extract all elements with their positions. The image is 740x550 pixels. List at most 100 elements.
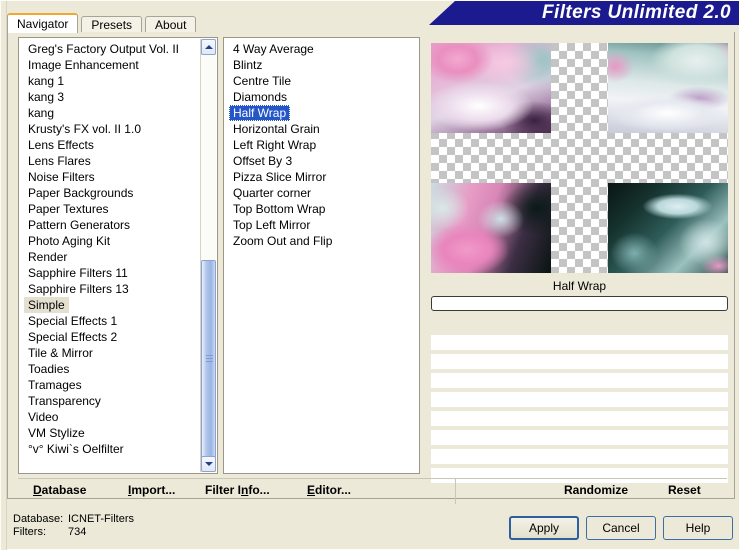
filter-row[interactable]: Pizza Slice Mirror — [224, 169, 419, 185]
filter-item[interactable]: Pizza Slice Mirror — [229, 169, 330, 185]
category-row[interactable]: Lens Effects — [19, 137, 217, 153]
category-item[interactable]: Image Enhancement — [24, 57, 143, 73]
filter-item[interactable]: Horizontal Grain — [229, 121, 324, 137]
category-item[interactable]: kang — [24, 105, 58, 121]
category-item[interactable]: kang 3 — [24, 89, 68, 105]
category-item[interactable]: Pattern Generators — [24, 217, 134, 233]
category-item[interactable]: Lens Effects — [24, 137, 98, 153]
category-row[interactable]: Paper Backgrounds — [19, 185, 217, 201]
import-link[interactable]: Import... — [128, 483, 175, 497]
filter-item[interactable]: Top Bottom Wrap — [229, 201, 329, 217]
scroll-up-button[interactable] — [201, 39, 216, 55]
scroll-down-button[interactable] — [201, 456, 216, 472]
filter-listbox[interactable]: 4 Way Average Blintz Centre Tile Diamonds Ha… — [223, 37, 420, 474]
category-row[interactable]: Greg's Factory Output Vol. II — [19, 41, 217, 57]
randomize-link[interactable]: Randomize — [564, 483, 628, 497]
category-item[interactable]: Special Effects 2 — [24, 329, 121, 345]
tab-navigator[interactable]: Navigator — [7, 13, 79, 33]
help-button[interactable]: Help — [663, 516, 733, 540]
category-row[interactable]: kang 3 — [19, 89, 217, 105]
tab-about[interactable]: About — [145, 16, 197, 33]
filter-item[interactable]: Blintz — [229, 57, 266, 73]
category-item[interactable]: Sapphire Filters 11 — [24, 265, 132, 281]
category-item[interactable]: Noise Filters — [24, 169, 99, 185]
category-item[interactable]: VM Stylize — [24, 425, 89, 441]
filter-row[interactable]: Top Bottom Wrap — [224, 201, 419, 217]
filter-row[interactable]: Offset By 3 — [224, 153, 419, 169]
filter-row[interactable]: Diamonds — [224, 89, 419, 105]
apply-button[interactable]: Apply — [509, 516, 579, 540]
parameter-row[interactable] — [431, 373, 728, 388]
category-row[interactable]: Tile & Mirror — [19, 345, 217, 361]
category-scrollbar[interactable] — [200, 39, 216, 472]
category-item[interactable]: kang 1 — [24, 73, 68, 89]
category-item[interactable]: Special Effects 1 — [24, 313, 121, 329]
category-row[interactable]: Tramages — [19, 377, 217, 393]
category-item[interactable]: Transparency — [24, 393, 105, 409]
filter-row[interactable]: 4 Way Average — [224, 41, 419, 57]
category-item[interactable]: Render — [24, 249, 71, 265]
category-row[interactable]: Photo Aging Kit — [19, 233, 217, 249]
filter-preview-image[interactable] — [431, 43, 728, 273]
category-item[interactable]: Tramages — [24, 377, 86, 393]
category-row[interactable]: Toadies — [19, 361, 217, 377]
filter-row[interactable]: Top Left Mirror — [224, 217, 419, 233]
category-row[interactable]: Paper Textures — [19, 201, 217, 217]
parameter-row[interactable] — [431, 335, 728, 350]
category-item[interactable]: Greg's Factory Output Vol. II — [24, 41, 183, 57]
filter-row[interactable]: Zoom Out and Flip — [224, 233, 419, 249]
category-item[interactable]: Lens Flares — [24, 153, 95, 169]
category-row[interactable]: Sapphire Filters 13 — [19, 281, 217, 297]
reset-link[interactable]: Reset — [668, 483, 701, 497]
filter-row[interactable]: Horizontal Grain — [224, 121, 419, 137]
category-row[interactable]: Image Enhancement — [19, 57, 217, 73]
scrollbar-thumb[interactable] — [201, 260, 216, 458]
filter-item[interactable]: Quarter corner — [229, 185, 315, 201]
parameter-row[interactable] — [431, 392, 728, 407]
filter-item[interactable]: Offset By 3 — [229, 153, 296, 169]
category-item[interactable]: Simple — [24, 297, 69, 313]
category-item[interactable]: Video — [24, 409, 62, 425]
category-item[interactable]: Paper Backgrounds — [24, 185, 137, 201]
category-row[interactable]: °v° Kiwi`s Oelfilter — [19, 441, 217, 457]
category-listbox[interactable]: Greg's Factory Output Vol. II Image Enhan… — [18, 37, 218, 474]
category-row[interactable]: Krusty's FX vol. II 1.0 — [19, 121, 217, 137]
filter-item[interactable]: Half Wrap — [229, 105, 291, 121]
category-item[interactable]: Toadies — [24, 361, 73, 377]
category-item[interactable]: Paper Textures — [24, 201, 113, 217]
tab-presets[interactable]: Presets — [81, 16, 143, 33]
filter-row[interactable]: Blintz — [224, 57, 419, 73]
category-row[interactable]: Render — [19, 249, 217, 265]
category-row[interactable]: kang 1 — [19, 73, 217, 89]
editor-link[interactable]: Editor... — [307, 483, 351, 497]
category-row[interactable]: Lens Flares — [19, 153, 217, 169]
parameter-slider-0[interactable] — [431, 296, 728, 311]
cancel-button[interactable]: Cancel — [586, 516, 656, 540]
filter-row[interactable]: Half Wrap — [224, 105, 419, 121]
filter-item[interactable]: Left Right Wrap — [229, 137, 320, 153]
category-item[interactable]: Tile & Mirror — [24, 345, 97, 361]
filter-item[interactable]: 4 Way Average — [229, 41, 318, 57]
filter-item[interactable]: Centre Tile — [229, 73, 295, 89]
parameter-row[interactable] — [431, 430, 728, 445]
filter-item[interactable]: Diamonds — [229, 89, 291, 105]
category-row[interactable]: VM Stylize — [19, 425, 217, 441]
category-row[interactable]: Transparency — [19, 393, 217, 409]
category-row[interactable]: kang — [19, 105, 217, 121]
database-link[interactable]: Database — [33, 483, 86, 497]
category-item[interactable]: Sapphire Filters 13 — [24, 281, 133, 297]
category-row[interactable]: Simple — [19, 297, 217, 313]
parameter-row[interactable] — [431, 411, 728, 426]
parameter-row[interactable] — [431, 316, 728, 331]
category-row[interactable]: Video — [19, 409, 217, 425]
category-row[interactable]: Special Effects 1 — [19, 313, 217, 329]
category-row[interactable]: Pattern Generators — [19, 217, 217, 233]
filter-row[interactable]: Left Right Wrap — [224, 137, 419, 153]
filter-item[interactable]: Top Left Mirror — [229, 217, 314, 233]
category-item[interactable]: Krusty's FX vol. II 1.0 — [24, 121, 145, 137]
filter-row[interactable]: Quarter corner — [224, 185, 419, 201]
parameter-row[interactable] — [431, 354, 728, 369]
parameter-row[interactable] — [431, 449, 728, 464]
filter-info-link[interactable]: Filter Info... — [205, 483, 270, 497]
category-row[interactable]: Special Effects 2 — [19, 329, 217, 345]
